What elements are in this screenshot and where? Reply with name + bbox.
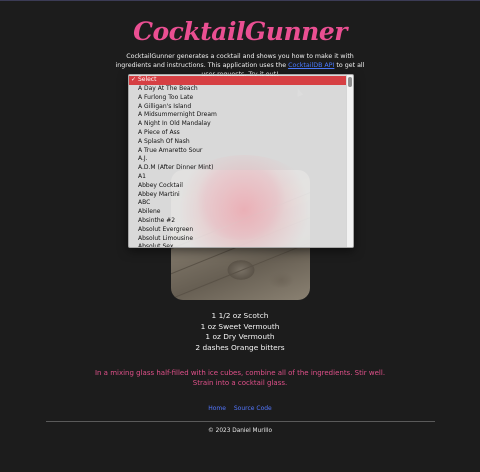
dropdown-scroll-thumb[interactable] — [348, 77, 352, 87]
app-title: CocktailGunner — [133, 17, 347, 46]
footer-divider — [46, 421, 435, 422]
ingredients-list: 1 1/2 oz Scotch 1 oz Sweet Vermouth 1 oz… — [0, 311, 480, 353]
home-link[interactable]: Home — [208, 405, 226, 412]
dropdown-option[interactable]: Absolut Sex — [129, 243, 347, 247]
dropdown-scrollbar[interactable] — [346, 75, 353, 247]
dropdown-option[interactable]: A Gilligan's Island — [129, 103, 347, 112]
footer-nav: Home Source Code — [0, 405, 480, 412]
ingredient-item: 2 dashes Orange bitters — [195, 342, 285, 352]
ingredient-item: 1 oz Sweet Vermouth — [200, 321, 280, 331]
dropdown-option[interactable]: Abilene — [129, 208, 347, 217]
dropdown-option-selected-label: Select — [137, 76, 157, 83]
ingredient-item: 1 1/2 oz Scotch — [211, 311, 269, 320]
dropdown-option[interactable]: A Midsummernight Dream — [129, 111, 347, 120]
dropdown-option[interactable]: A True Amaretto Sour — [129, 147, 347, 156]
top-border — [0, 0, 480, 1]
dropdown-option[interactable]: Abbey Martini — [129, 191, 347, 200]
ingredient-item: 1 oz Dry Vermouth — [205, 332, 275, 342]
dropdown-option[interactable]: A Day At The Beach — [129, 85, 347, 94]
dropdown-option[interactable]: Abbey Cocktail — [129, 182, 347, 191]
cocktail-select-dropdown[interactable]: ✓ Select A Day At The Beach A Furlong Too… — [128, 74, 354, 248]
checkmark-icon: ✓ — [131, 76, 138, 83]
instructions-text: In a mixing glass half-filled with ice c… — [94, 369, 386, 387]
dropdown-option[interactable]: Absolut Limousine — [129, 235, 347, 244]
dropdown-option[interactable]: A.J. — [129, 155, 347, 164]
dropdown-option[interactable]: A Splash Of Nash — [129, 138, 347, 147]
dropdown-option[interactable]: A Furlong Too Late — [129, 94, 347, 103]
dropdown-option[interactable]: Absolut Evergreen — [129, 226, 347, 235]
dropdown-option[interactable]: A Night In Old Mandalay — [129, 120, 347, 129]
dropdown-option[interactable]: A Piece of Ass — [129, 129, 347, 138]
dropdown-option-selected[interactable]: ✓ Select — [129, 76, 347, 85]
source-code-link[interactable]: Source Code — [234, 405, 272, 412]
dropdown-option[interactable]: Absinthe #2 — [129, 217, 347, 226]
dropdown-option[interactable]: ABC — [129, 199, 347, 208]
copyright-text: © 2023 Daniel Murillo — [208, 428, 272, 434]
cocktaildb-api-link[interactable]: CocktailDB API — [288, 62, 334, 69]
dropdown-option[interactable]: A.D.M (After Dinner Mint) — [129, 164, 347, 173]
dropdown-option[interactable]: A1 — [129, 173, 347, 182]
